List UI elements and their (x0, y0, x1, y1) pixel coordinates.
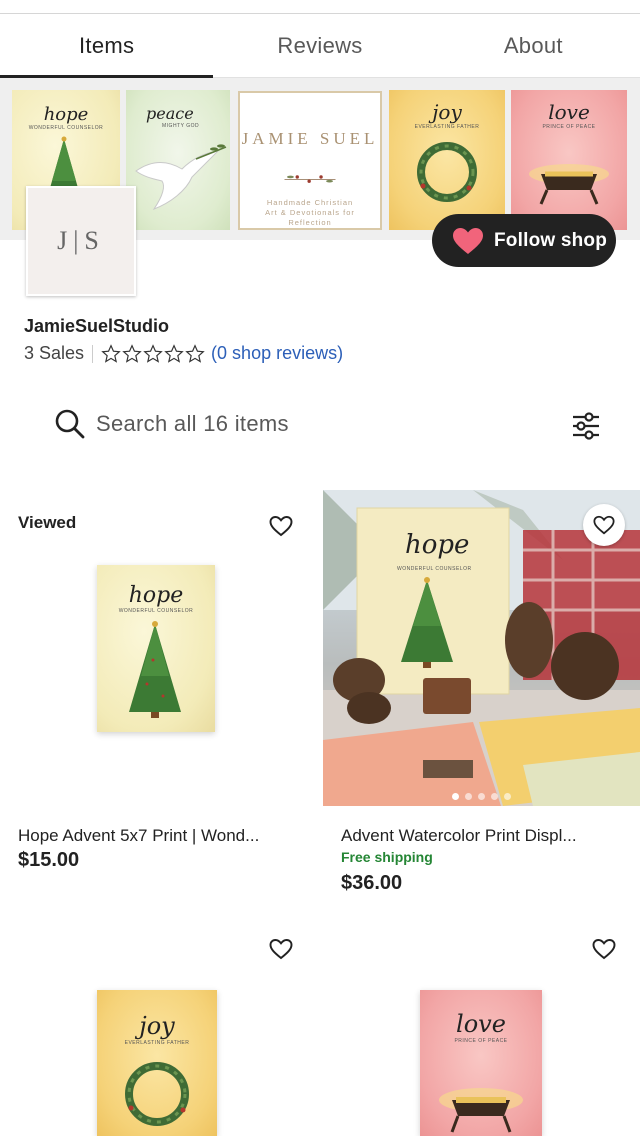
free-shipping-label: Free shipping (341, 849, 433, 865)
banner-card-brand: JAMIE SUEL Handmade Christian Art & Devo… (238, 91, 382, 230)
christmas-tree-icon (129, 621, 181, 718)
follow-shop-button[interactable]: Follow shop (432, 214, 616, 267)
banner-card-love: love Prince of Peace (511, 90, 627, 230)
carousel-dots (323, 793, 640, 800)
search-icon (55, 409, 85, 439)
favorite-button[interactable] (260, 928, 302, 970)
manger-icon (529, 164, 609, 205)
banner-card-word: hope (43, 104, 89, 125)
product-price: $15.00 (18, 849, 80, 871)
product-card-word: joy (139, 1012, 175, 1040)
star-outline-icon (143, 343, 163, 363)
favorite-button[interactable] (260, 505, 302, 547)
carousel-dot (504, 793, 511, 800)
manger-icon (439, 1088, 523, 1133)
carousel-dot (452, 793, 459, 800)
banner-brand-title: JAMIE SUEL (241, 129, 379, 148)
banner-card-word: peace (146, 104, 194, 123)
shop-logo-text: J|S (57, 226, 105, 255)
berry-sprig-icon (284, 175, 336, 183)
meta-divider (92, 344, 94, 363)
tab-about[interactable]: About (427, 14, 640, 77)
carousel-dot (478, 793, 485, 800)
dove-icon (135, 144, 227, 211)
product-image[interactable]: love Prince of Peace (420, 990, 542, 1136)
wreath-icon (125, 1062, 189, 1126)
shop-tabs: Items Reviews About (0, 14, 640, 78)
product-card-word: hope (128, 583, 184, 608)
shop-name[interactable]: JamieSuelStudio (24, 316, 169, 337)
product-title[interactable]: Hope Advent 5x7 Print | Wond... (18, 826, 308, 846)
star-outline-icon (185, 343, 205, 363)
rating-stars (101, 343, 205, 364)
heart-outline-icon (592, 939, 616, 960)
star-outline-icon (101, 343, 121, 363)
photo-card-word: hope (405, 530, 470, 560)
product-price: $36.00 (341, 872, 403, 894)
wreath-icon (417, 142, 477, 202)
star-outline-icon (164, 343, 184, 363)
viewed-badge: Viewed (18, 513, 77, 532)
favorite-button[interactable] (583, 504, 625, 546)
product-title[interactable]: Advent Watercolor Print Displ... (341, 826, 621, 846)
tab-reviews[interactable]: Reviews (213, 14, 426, 77)
follow-shop-label: Follow shop (494, 229, 608, 251)
banner-card-peace: peace Mighty God (126, 90, 230, 230)
carousel-dot (465, 793, 472, 800)
carousel-dot (491, 793, 498, 800)
star-outline-icon (122, 343, 142, 363)
heart-outline-icon (269, 516, 293, 537)
shop-meta: 3 Sales (0 shop reviews) (24, 343, 343, 364)
product-image[interactable]: hope Wonderful Counselor (97, 565, 215, 732)
heart-outline-icon (593, 515, 615, 535)
sliders-icon[interactable] (570, 410, 602, 442)
product-card-word: love (456, 1010, 506, 1038)
banner-brand-tagline: Handmade Christian Art & Devotionals for… (265, 198, 355, 227)
heart-icon (453, 227, 483, 254)
shop-reviews-link[interactable]: (0 shop reviews) (211, 343, 343, 364)
banner-card-word: joy (432, 100, 462, 124)
search-input[interactable]: Search all 16 items (96, 411, 289, 437)
search-bar[interactable]: Search all 16 items (54, 408, 289, 440)
photo-card-subtitle: Wonderful Counselor (397, 566, 472, 572)
heart-outline-icon (269, 939, 293, 960)
banner-card-word: love (548, 100, 590, 124)
banner-card-joy: joy Everlasting Father (389, 90, 505, 230)
product-image[interactable]: joy Everlasting Father (97, 990, 217, 1136)
favorite-button[interactable] (583, 928, 625, 970)
shop-logo[interactable]: J|S (26, 186, 136, 296)
sales-count: 3 Sales (24, 343, 85, 363)
tab-items[interactable]: Items (0, 14, 214, 78)
